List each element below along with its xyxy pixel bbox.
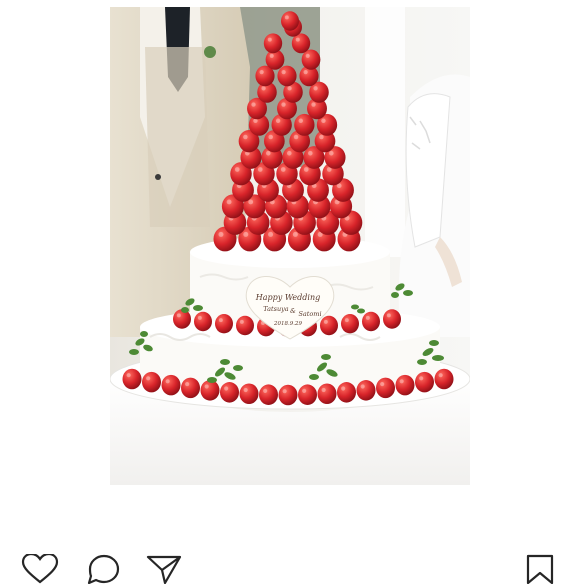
strawberry: [298, 384, 317, 405]
post-action-bar: [0, 548, 580, 584]
plaque-line-2: Tatsuya: [263, 305, 289, 313]
strawberry: [215, 313, 233, 334]
strawberry: [317, 383, 337, 405]
strawberry: [122, 368, 142, 390]
strawberry: [142, 371, 161, 393]
strawberry: [395, 374, 415, 396]
strawberry: [161, 374, 181, 396]
strawberry: [383, 309, 401, 329]
strawberry: [434, 368, 454, 390]
strawberry: [376, 377, 395, 399]
strawberry: [278, 384, 298, 406]
strawberry: [362, 311, 380, 332]
strawberry: [239, 383, 259, 405]
plaque-line-1: Happy Wedding: [255, 293, 320, 302]
strawberry: [263, 33, 283, 54]
strawberry: [220, 382, 239, 403]
strawberry: [194, 311, 212, 332]
strawberry: [337, 382, 356, 403]
strawberry: [415, 371, 434, 393]
plaque-line-4: Satomi: [298, 310, 321, 318]
strawberry: [173, 309, 191, 329]
plaque-line-3: &: [290, 307, 296, 315]
strawberry: [356, 380, 376, 401]
post-photo[interactable]: Happy Wedding Tatsuya & Satomi 2018.9.29: [110, 7, 470, 485]
wedding-cake-photo: Happy Wedding Tatsuya & Satomi 2018.9.29: [110, 7, 470, 485]
strawberry: [320, 315, 338, 336]
strawberry: [281, 11, 299, 31]
strawberry: [341, 313, 359, 334]
strawberry: [259, 384, 278, 405]
strawberry: [301, 49, 321, 70]
strawberry: [277, 65, 297, 87]
bride-figure: [398, 74, 470, 337]
plaque-line-5: 2018.9.29: [273, 321, 302, 327]
strawberry: [200, 380, 220, 401]
strawberry: [236, 315, 254, 336]
strawberry: [181, 377, 200, 399]
